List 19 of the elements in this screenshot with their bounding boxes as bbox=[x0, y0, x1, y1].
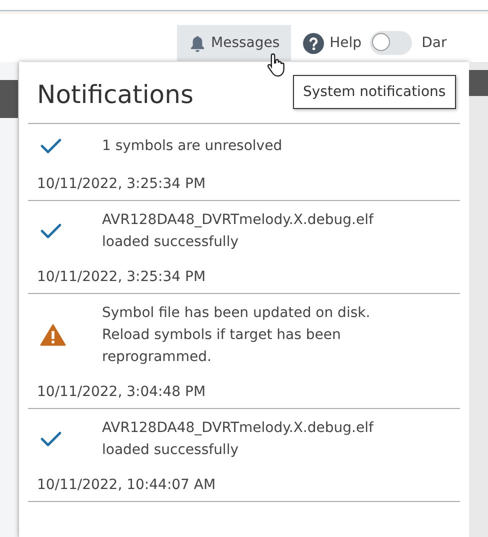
notification-time: 10/11/2022, 10:44:07 AM bbox=[37, 477, 217, 493]
help-link[interactable]: Help bbox=[330, 35, 362, 51]
warning-icon bbox=[40, 324, 66, 346]
dark-mode-toggle[interactable] bbox=[370, 31, 412, 55]
messages-button[interactable]: Messages bbox=[177, 25, 291, 61]
notification-time: 10/11/2022, 3:25:34 PM bbox=[37, 269, 207, 285]
notification-message: AVR128DA48_DVRTmelody.X.debug.elf loaded successfully bbox=[102, 211, 375, 252]
checkmark-icon bbox=[40, 223, 62, 239]
notification-message: Symbol file has been updated on disk. Reload symbols if target has been reprogrammed. bbox=[102, 304, 372, 367]
help-icon[interactable] bbox=[302, 32, 324, 54]
checkmark-icon bbox=[40, 431, 62, 447]
notification-time: 10/11/2022, 3:04:48 PM bbox=[37, 384, 207, 400]
notification-message: 1 symbols are unresolved bbox=[102, 137, 284, 156]
checkmark-icon bbox=[40, 138, 62, 154]
notification-message: AVR128DA48_DVRTmelody.X.debug.elf loaded successfully bbox=[102, 419, 375, 460]
notification-time: 10/11/2022, 3:25:34 PM bbox=[37, 176, 207, 192]
toggle-label: Dar bbox=[422, 35, 447, 51]
tooltip: System notifications bbox=[293, 75, 456, 109]
bell-icon bbox=[190, 34, 205, 52]
